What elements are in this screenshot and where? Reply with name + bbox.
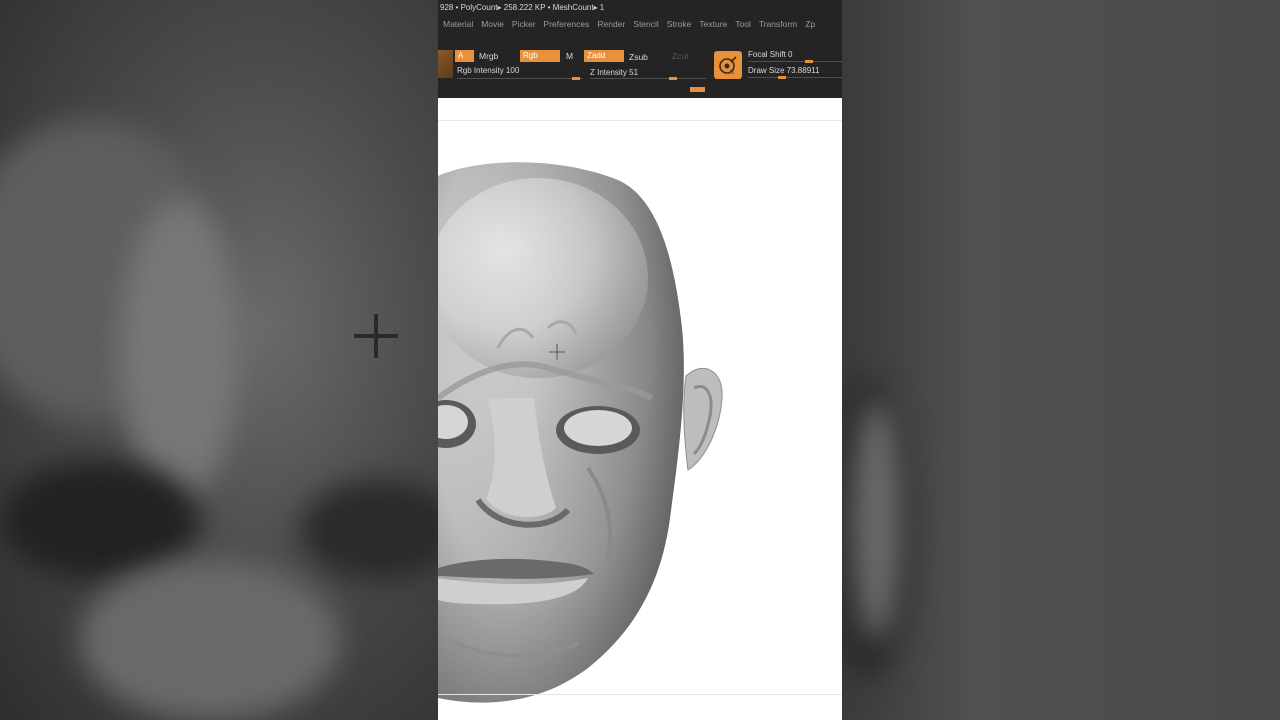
draw-size-slider[interactable] bbox=[748, 77, 842, 78]
draw-palette: A Mrgb Rgb M Zadd Zsub Zcut Rgb Intensit… bbox=[438, 46, 842, 90]
menu-preferences[interactable]: Preferences bbox=[540, 17, 594, 33]
background-blur-right bbox=[842, 0, 1280, 720]
a-button[interactable]: A bbox=[455, 50, 474, 62]
zadd-button[interactable]: Zadd bbox=[584, 50, 624, 62]
crosshair-icon bbox=[354, 314, 398, 358]
rgb-intensity-knob[interactable] bbox=[572, 77, 580, 80]
status-bar: 928 • PolyCount▸ 258.222 KP • MeshCount▸… bbox=[440, 3, 605, 12]
z-intensity-slider[interactable] bbox=[590, 78, 706, 79]
zcut-button[interactable]: Zcut bbox=[672, 50, 689, 62]
document-canvas[interactable] bbox=[438, 98, 842, 720]
z-intensity-knob[interactable] bbox=[669, 77, 677, 80]
menu-picker[interactable]: Picker bbox=[508, 17, 540, 33]
top-toolbar: 928 • PolyCount▸ 258.222 KP • MeshCount▸… bbox=[438, 0, 842, 98]
menu-bar: Material Movie Picker Preferences Render… bbox=[438, 17, 842, 33]
material-thumbnail[interactable] bbox=[438, 50, 453, 78]
menu-stencil[interactable]: Stencil bbox=[629, 17, 663, 33]
background-blur-left bbox=[0, 0, 438, 720]
menu-material[interactable]: Material bbox=[438, 17, 477, 33]
z-intensity-label: Z Intensity 51 bbox=[590, 68, 639, 77]
zsub-button[interactable]: Zsub bbox=[629, 51, 648, 63]
scroll-handle[interactable] bbox=[690, 87, 705, 92]
focal-shift-label: Focal Shift 0 bbox=[748, 50, 793, 59]
draw-size-knob[interactable] bbox=[778, 76, 786, 79]
rgb-button[interactable]: Rgb bbox=[520, 50, 560, 62]
menu-transform[interactable]: Transform bbox=[755, 17, 801, 33]
sculpt-head-model bbox=[438, 162, 723, 703]
menu-stroke[interactable]: Stroke bbox=[663, 17, 696, 33]
menu-movie[interactable]: Movie bbox=[477, 17, 508, 33]
rgb-intensity-label: Rgb Intensity 100 bbox=[457, 66, 520, 75]
menu-zplugin[interactable]: Zp bbox=[801, 17, 819, 33]
focal-shift-icon[interactable]: S bbox=[714, 51, 742, 79]
focal-shift-slider[interactable] bbox=[748, 61, 842, 62]
crosshair-cursor-icon bbox=[549, 344, 565, 360]
svg-text:S: S bbox=[730, 70, 734, 76]
draw-size-label: Draw Size 73.88911 bbox=[748, 66, 820, 75]
rgb-intensity-slider[interactable] bbox=[457, 78, 583, 79]
menu-texture[interactable]: Texture bbox=[695, 17, 731, 33]
m-button[interactable]: M bbox=[566, 50, 573, 62]
canvas-border-bottom bbox=[438, 694, 842, 695]
zbrush-window: 928 • PolyCount▸ 258.222 KP • MeshCount▸… bbox=[438, 0, 842, 720]
menu-render[interactable]: Render bbox=[593, 17, 629, 33]
focal-shift-knob[interactable] bbox=[805, 60, 813, 63]
menu-tool[interactable]: Tool bbox=[731, 17, 755, 33]
mrgb-button[interactable]: Mrgb bbox=[479, 50, 498, 62]
